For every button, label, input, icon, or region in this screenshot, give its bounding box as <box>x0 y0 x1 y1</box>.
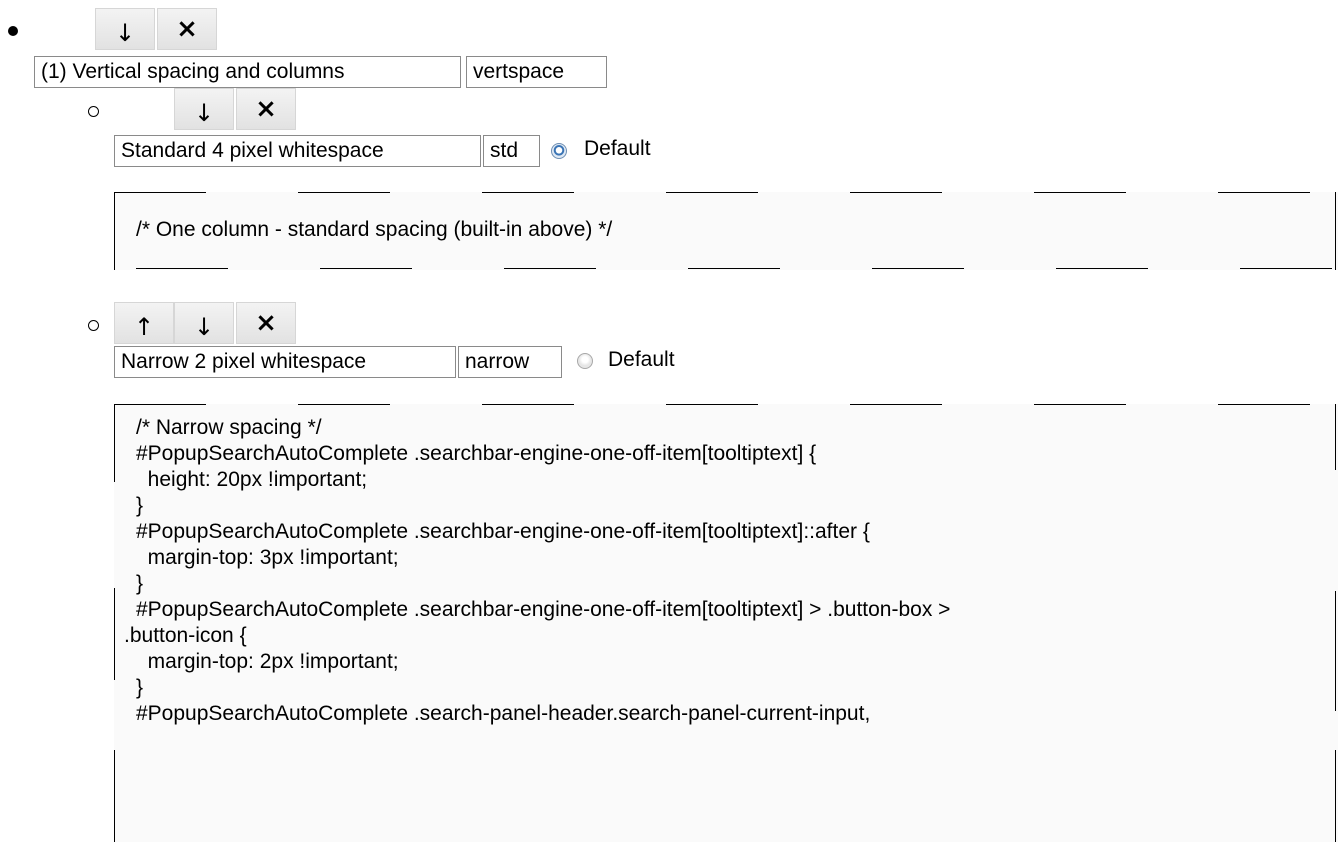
code-line: margin-top: 3px !important; <box>136 546 399 569</box>
close-icon: × <box>176 14 198 44</box>
textarea-border-left <box>114 750 115 842</box>
delete-button[interactable]: × <box>236 302 296 344</box>
option-name-field[interactable]: Narrow 2 pixel whitespace <box>114 346 456 378</box>
textarea-border-left <box>114 588 115 680</box>
arrow-down-icon: ↓ <box>193 99 215 127</box>
option-key-field[interactable]: std <box>483 135 540 167</box>
delete-button[interactable]: × <box>236 88 296 130</box>
close-icon: × <box>255 308 277 338</box>
code-line: #PopupSearchAutoComplete .searchbar-engi… <box>136 598 951 621</box>
textarea-border-right <box>1335 591 1336 711</box>
code-line: #PopupSearchAutoComplete .search-panel-h… <box>136 702 871 725</box>
code-textarea[interactable]: /* One column - standard spacing (built-… <box>114 192 1338 270</box>
code-line: /* One column - standard spacing (built-… <box>136 218 613 241</box>
textarea-border-left <box>114 404 115 482</box>
move-down-button[interactable]: ↓ <box>95 8 155 50</box>
textarea-border-left <box>114 192 115 270</box>
arrow-down-icon: ↓ <box>114 19 136 47</box>
code-line: margin-top: 2px !important; <box>136 650 399 673</box>
group-name-field[interactable]: (1) Vertical spacing and columns <box>34 56 461 88</box>
code-line: #PopupSearchAutoComplete .searchbar-engi… <box>136 520 870 543</box>
list-bullet <box>8 26 18 36</box>
arrow-up-icon: ↑ <box>133 313 155 341</box>
code-textarea[interactable]: /* Narrow spacing */ #PopupSearchAutoCom… <box>114 404 1338 842</box>
delete-button[interactable]: × <box>157 8 217 50</box>
default-radio[interactable] <box>551 143 567 159</box>
code-line: .button-icon { <box>124 624 247 647</box>
code-line: } <box>136 572 144 595</box>
code-line: } <box>136 676 144 699</box>
move-down-button[interactable]: ↓ <box>174 88 234 130</box>
option-name-field[interactable]: Standard 4 pixel whitespace <box>114 135 481 167</box>
list-bullet-hollow <box>88 106 99 117</box>
move-down-button[interactable]: ↓ <box>174 302 234 344</box>
default-radio-label: Default <box>584 137 651 160</box>
textarea-border-right <box>1335 404 1336 470</box>
textarea-border-right <box>1335 750 1336 842</box>
code-line: #PopupSearchAutoComplete .searchbar-engi… <box>136 442 817 465</box>
list-bullet-hollow <box>88 320 99 331</box>
move-up-button[interactable]: ↑ <box>114 302 174 344</box>
default-radio-label: Default <box>608 348 675 371</box>
option-key-field[interactable]: narrow <box>458 346 562 378</box>
group-key-field[interactable]: vertspace <box>466 56 607 88</box>
close-icon: × <box>255 94 277 124</box>
code-line: /* Narrow spacing */ <box>136 416 322 439</box>
textarea-border-right <box>1335 192 1336 270</box>
code-line: height: 20px !important; <box>136 468 368 491</box>
arrow-down-icon: ↓ <box>193 313 215 341</box>
code-line: } <box>136 494 144 517</box>
default-radio[interactable] <box>577 353 593 369</box>
